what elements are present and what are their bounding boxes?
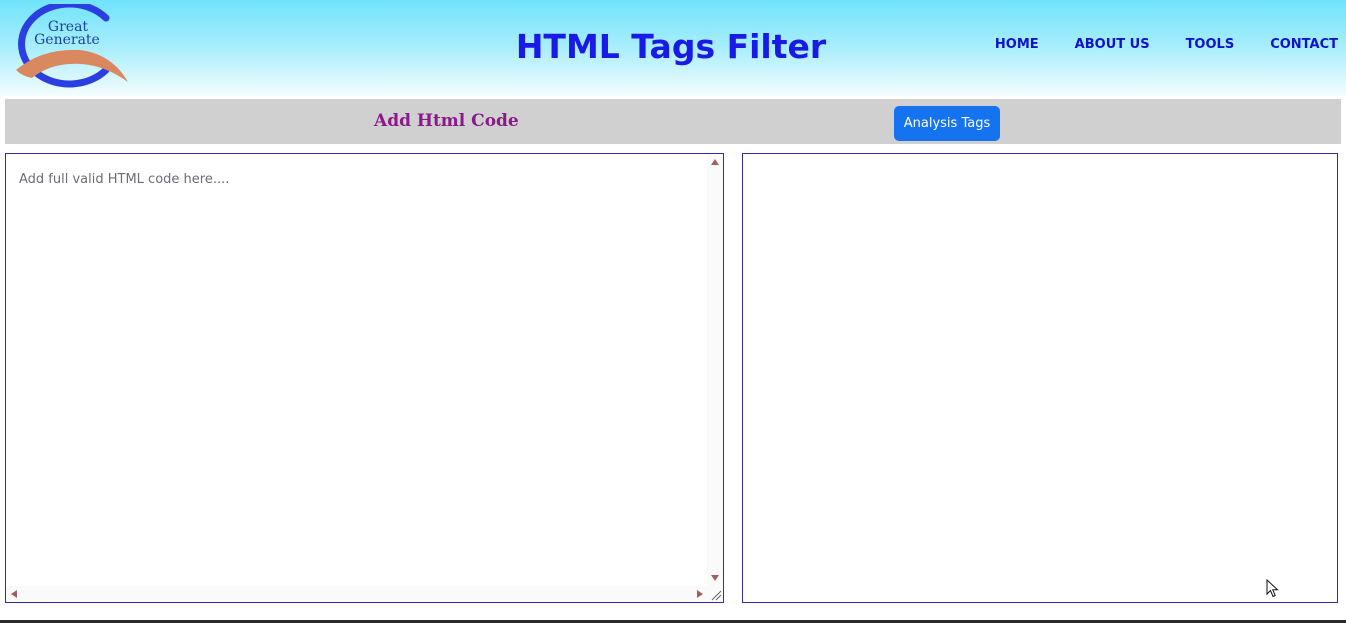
scroll-left-icon[interactable] [11,590,17,598]
scroll-down-icon[interactable] [711,575,719,581]
resize-handle[interactable] [707,586,723,602]
site-header: Great Generate HTML Tags Filter HOME ABO… [0,0,1346,96]
horizontal-scrollbar[interactable] [6,586,708,602]
main-nav: HOME ABOUT US TOOLS CONTACT [959,38,1338,52]
toolbar: Add Html Code Analysis Tags [5,99,1341,144]
nav-about-link[interactable]: ABOUT US [1075,38,1150,52]
nav-contact-link[interactable]: CONTACT [1270,38,1338,52]
analysis-tags-button[interactable]: Analysis Tags [894,106,1000,141]
nav-tools-link[interactable]: TOOLS [1186,38,1235,52]
vertical-scrollbar[interactable] [707,154,723,586]
scroll-right-icon[interactable] [697,590,703,598]
nav-home-link[interactable]: HOME [995,38,1039,52]
mouse-cursor-icon [1266,579,1279,598]
resize-grip-icon [711,590,722,601]
scroll-up-icon[interactable] [711,159,719,165]
add-html-code-label: Add Html Code [374,111,519,131]
html-code-input[interactable] [6,154,708,586]
html-input-panel [5,153,724,603]
tags-output-panel [742,153,1338,603]
